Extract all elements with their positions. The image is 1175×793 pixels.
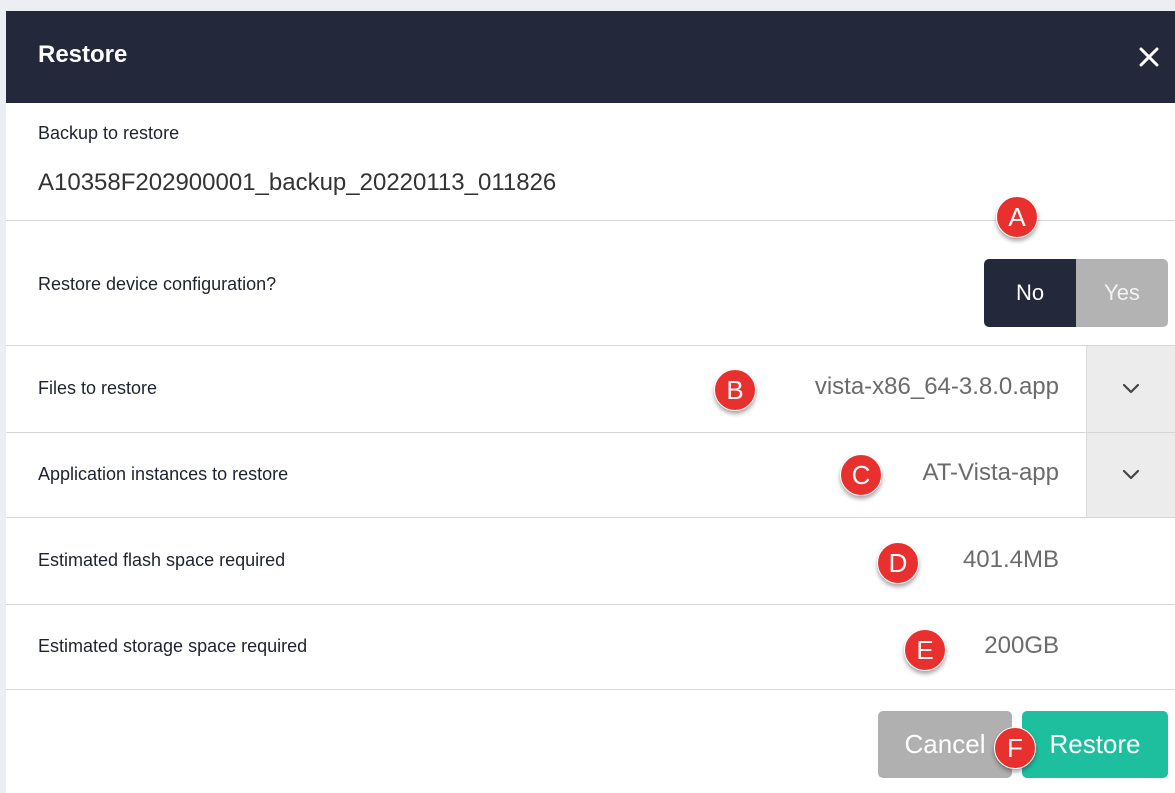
- chevron-down-icon: [1122, 383, 1140, 394]
- flash-value: 401.4MB: [962, 546, 1059, 573]
- storage-row: Estimated storage space required 200GB: [6, 605, 1175, 690]
- storage-value: 200GB: [984, 632, 1059, 659]
- backup-value: A10358F202900001_backup_20220113_011826: [38, 169, 557, 196]
- marker-b: B: [714, 369, 756, 411]
- marker-e: E: [904, 629, 946, 671]
- instances-dropdown-button[interactable]: [1086, 433, 1175, 517]
- marker-f: F: [994, 727, 1036, 769]
- toggle-yes-option[interactable]: Yes: [1076, 259, 1168, 327]
- cancel-button[interactable]: Cancel: [878, 711, 1012, 778]
- flash-row: Estimated flash space required 401.4MB: [6, 518, 1175, 605]
- marker-c: C: [840, 454, 882, 496]
- close-icon: [1139, 47, 1159, 67]
- instances-row: Application instances to restore AT-Vist…: [6, 433, 1175, 518]
- flash-label: Estimated flash space required: [38, 550, 286, 570]
- close-button[interactable]: [1129, 37, 1169, 77]
- device-config-label: Restore device configuration?: [38, 274, 277, 294]
- dialog-title: Restore: [38, 41, 128, 68]
- instances-label: Application instances to restore: [38, 464, 289, 484]
- device-config-row: Restore device configuration? No Yes: [6, 221, 1175, 346]
- files-dropdown-button[interactable]: [1086, 346, 1175, 432]
- marker-d: D: [877, 542, 919, 584]
- marker-a: A: [996, 196, 1038, 238]
- files-label: Files to restore: [38, 378, 158, 398]
- files-select-value[interactable]: vista-x86_64-3.8.0.app: [815, 373, 1059, 401]
- restore-button[interactable]: Restore: [1022, 711, 1168, 778]
- restore-dialog: Restore Backup to restore A10358F2029000…: [6, 11, 1175, 793]
- toggle-no-option[interactable]: No: [984, 259, 1076, 327]
- backup-label: Backup to restore: [38, 123, 180, 143]
- files-row: Files to restore vista-x86_64-3.8.0.app: [6, 346, 1175, 433]
- device-config-toggle[interactable]: No Yes: [984, 259, 1168, 327]
- instances-select-value[interactable]: AT-Vista-app: [922, 459, 1059, 487]
- dialog-header: Restore: [6, 11, 1175, 103]
- storage-label: Estimated storage space required: [38, 636, 308, 656]
- chevron-down-icon: [1122, 469, 1140, 480]
